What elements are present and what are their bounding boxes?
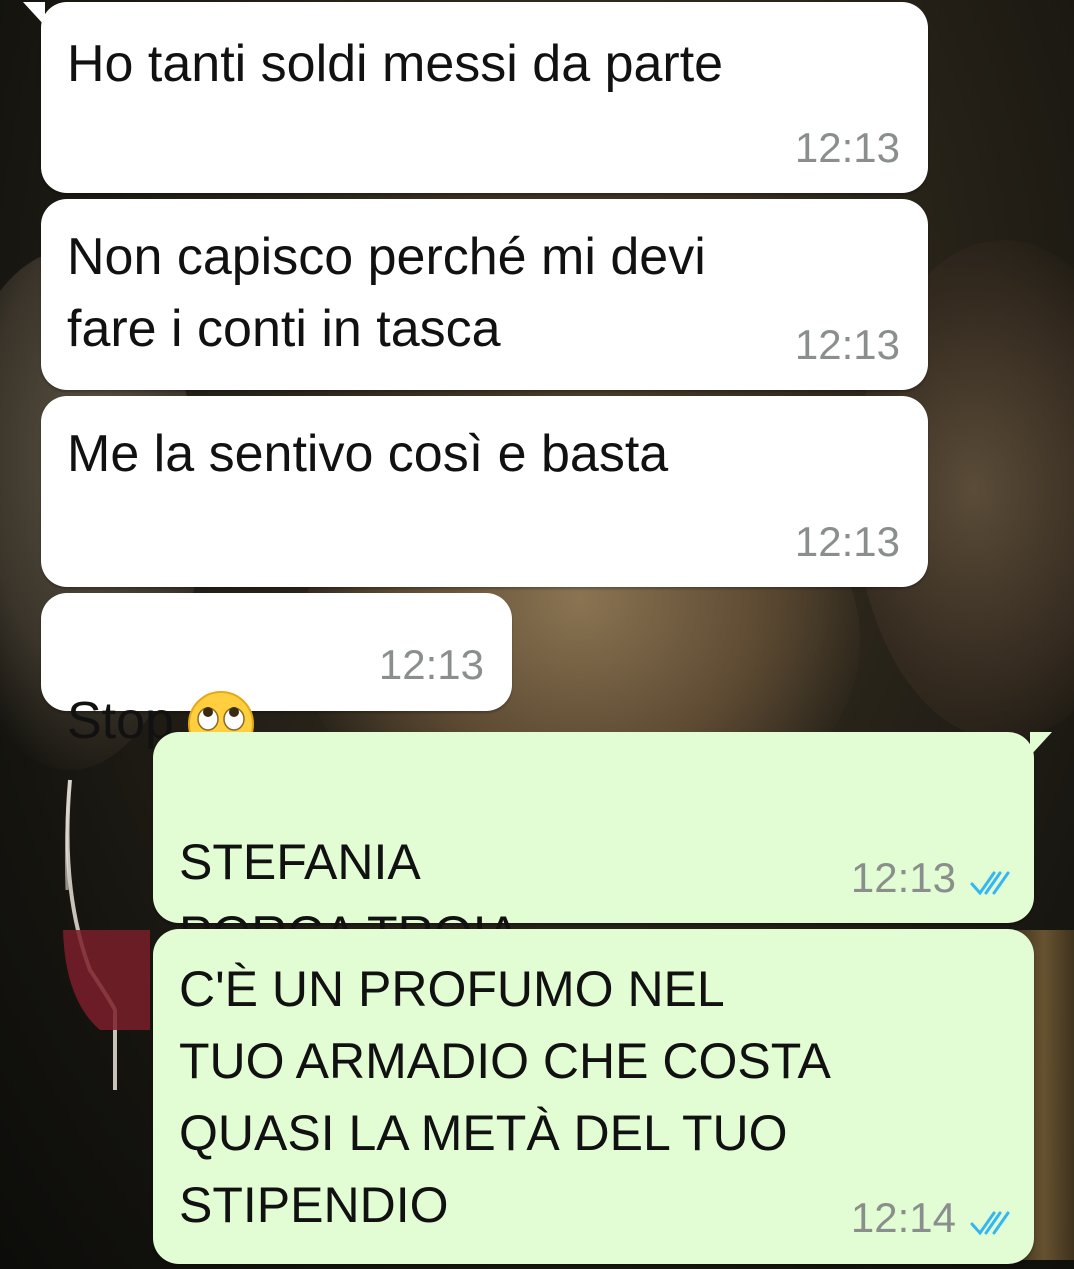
outgoing-message[interactable]: STEFANIA PORCA TROIA 12:13 <box>153 732 1052 962</box>
message-text: Me la sentivo così e basta <box>67 425 669 483</box>
incoming-message[interactable]: Ho tanti soldi messi da parte 12:13 <box>23 2 928 193</box>
message-text-label: STEFANIA <box>179 834 421 890</box>
outgoing-message[interactable]: C'È UN PROFUMO NEL TUO ARMADIO CHE COSTA… <box>153 929 1034 1264</box>
message-time: 12:14 <box>850 1194 956 1241</box>
message-time: 12:13 <box>794 124 900 171</box>
message-time: 12:13 <box>378 641 484 688</box>
message-time: 12:13 <box>794 518 900 565</box>
message-text: Non capisco perché mi devi fare i conti … <box>67 228 706 358</box>
incoming-message[interactable]: Non capisco perché mi devi fare i conti … <box>41 199 928 390</box>
incoming-message[interactable]: Me la sentivo così e basta 12:13 <box>41 396 928 587</box>
double-check-icon <box>970 1211 1010 1236</box>
message-text: C'È UN PROFUMO NEL TUO ARMADIO CHE COSTA… <box>179 961 831 1233</box>
message-text: Ho tanti soldi messi da parte <box>67 35 724 93</box>
incoming-message[interactable]: Stop 12:13 <box>41 593 512 758</box>
message-time: 12:13 <box>850 854 956 901</box>
double-check-icon <box>970 871 1010 896</box>
message-time: 12:13 <box>794 321 900 368</box>
